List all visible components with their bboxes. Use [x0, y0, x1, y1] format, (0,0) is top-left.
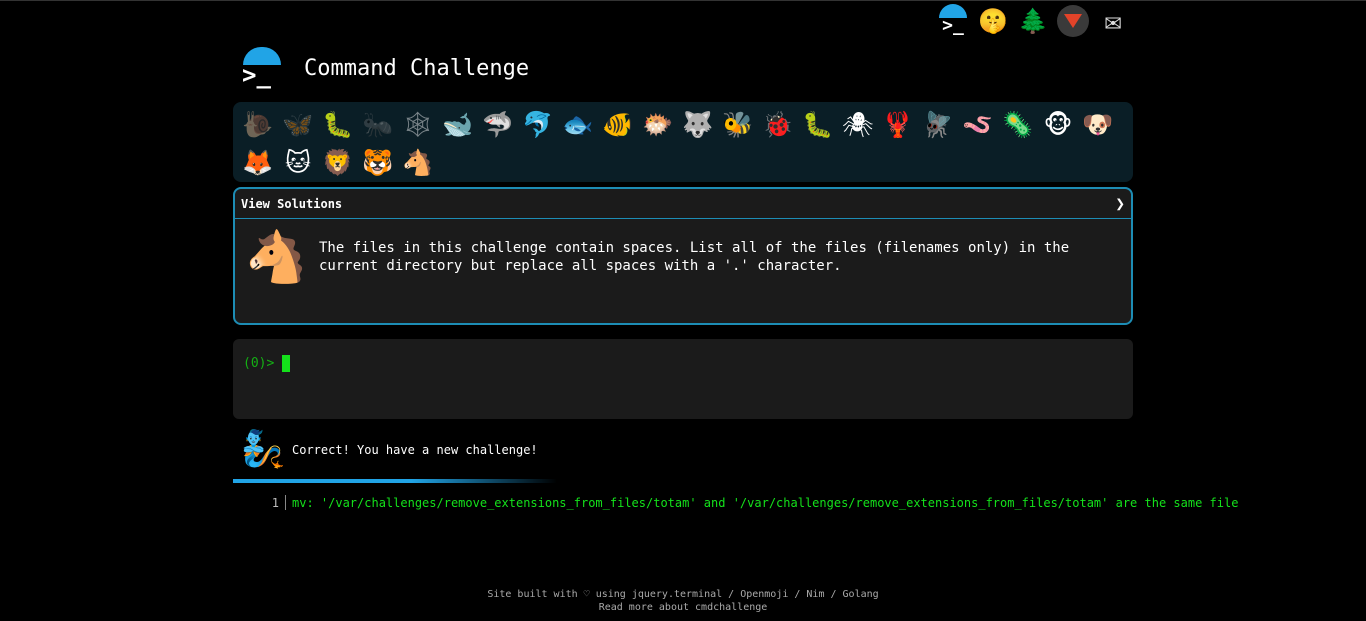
caterpillar-icon[interactable]: 🐛	[318, 105, 358, 143]
progress-bar-fill	[233, 479, 557, 483]
lion-icon[interactable]: 🦁	[318, 143, 358, 181]
wolf-icon[interactable]: 🐺	[678, 105, 718, 143]
whale-icon[interactable]: 🐋	[438, 105, 478, 143]
ladybug-icon[interactable]: 🐞	[758, 105, 798, 143]
challenge-description: The files in this challenge contain spac…	[319, 240, 1070, 274]
tiger-icon[interactable]: 🐯	[358, 143, 398, 181]
fish-icon[interactable]: 🐟	[558, 105, 598, 143]
lobster-icon[interactable]: 🦞	[878, 105, 918, 143]
web-icon[interactable]: 🕸	[398, 105, 438, 143]
genie-icon: 🧞	[240, 429, 286, 470]
cat-icon[interactable]: 🐱	[278, 143, 318, 181]
dolphin-icon[interactable]: 🐬	[518, 105, 558, 143]
page-header: >_ Command Challenge	[240, 47, 529, 89]
command-output-text: mv: '/var/challenges/remove_extensions_f…	[292, 495, 1239, 510]
spider-icon[interactable]: 🕷	[838, 105, 878, 143]
tropical-fish-icon[interactable]: 🐠	[598, 105, 638, 143]
terminal-input[interactable]: (0)>	[233, 339, 1133, 419]
microbe-icon[interactable]: 🦠	[998, 105, 1038, 143]
view-solutions-toggle[interactable]: View Solutions ❯	[235, 189, 1131, 219]
challenge-animal-bar: 🐌 🦋 🐛 🐜 🕸 🐋 🦈 🐬 🐟 🐠 🐡 🐺 🐝 🐞 🐛 🕷 🦞 🪰 🪱 🦠 🐵 🐶 🦊 🐱 🦁 🐯 🐴	[233, 102, 1133, 182]
terminal-logo-glyph: >_	[942, 15, 964, 36]
chevron-right-icon: ❯	[1115, 194, 1125, 213]
ant-icon[interactable]: 🐜	[358, 105, 398, 143]
gitlab-icon[interactable]	[1057, 5, 1089, 37]
worm-icon[interactable]: 🐛	[798, 105, 838, 143]
shark-icon[interactable]: 🦈	[478, 105, 518, 143]
top-nav-icons: >_ 🤫 🌲 ✉	[937, 4, 1129, 37]
bee-icon[interactable]: 🐝	[718, 105, 758, 143]
challenge-card: View Solutions ❯ 🐴 The files in this cha…	[233, 187, 1133, 325]
terminal-logo-icon[interactable]: >_	[937, 4, 969, 37]
site-logo-icon[interactable]: >_	[240, 47, 282, 89]
horse-icon: 🐴	[245, 228, 308, 286]
snail-icon[interactable]: 🐌	[238, 105, 278, 143]
monkey-icon[interactable]: 🐵	[1038, 105, 1078, 143]
dog-icon[interactable]: 🐶	[1078, 105, 1118, 143]
page-footer: Site built with ♡ using jquery.terminal …	[0, 588, 1366, 614]
footer-about-link[interactable]: Read more about cmdchallenge	[0, 601, 1366, 614]
shushing-face-icon[interactable]: 🤫	[977, 5, 1009, 37]
footer-credits[interactable]: Site built with ♡ using jquery.terminal …	[0, 588, 1366, 601]
command-output-line: 1 mv: '/var/challenges/remove_extensions…	[255, 495, 1238, 510]
blowfish-icon[interactable]: 🐡	[638, 105, 678, 143]
line-number: 1	[271, 495, 279, 510]
line-separator	[285, 495, 286, 510]
progress-bar	[233, 479, 773, 483]
feedback-message: 🧞 Correct! You have a new challenge!	[240, 427, 538, 473]
site-logo-glyph: >_	[242, 61, 271, 89]
envelope-icon[interactable]: ✉	[1097, 5, 1129, 37]
terminal-cursor	[282, 355, 291, 372]
fly-icon[interactable]: 🪰	[918, 105, 958, 143]
snake-icon[interactable]: 🪱	[958, 105, 998, 143]
terminal-prompt: (0)>	[243, 356, 275, 371]
page-title: Command Challenge	[304, 55, 530, 81]
view-solutions-label: View Solutions	[241, 196, 343, 211]
fox-icon[interactable]: 🦊	[238, 143, 278, 181]
horse-icon[interactable]: 🐴	[398, 143, 438, 181]
christmas-tree-icon[interactable]: 🌲	[1017, 5, 1049, 37]
butterfly-icon[interactable]: 🦋	[278, 105, 318, 143]
feedback-text: Correct! You have a new challenge!	[292, 443, 538, 457]
